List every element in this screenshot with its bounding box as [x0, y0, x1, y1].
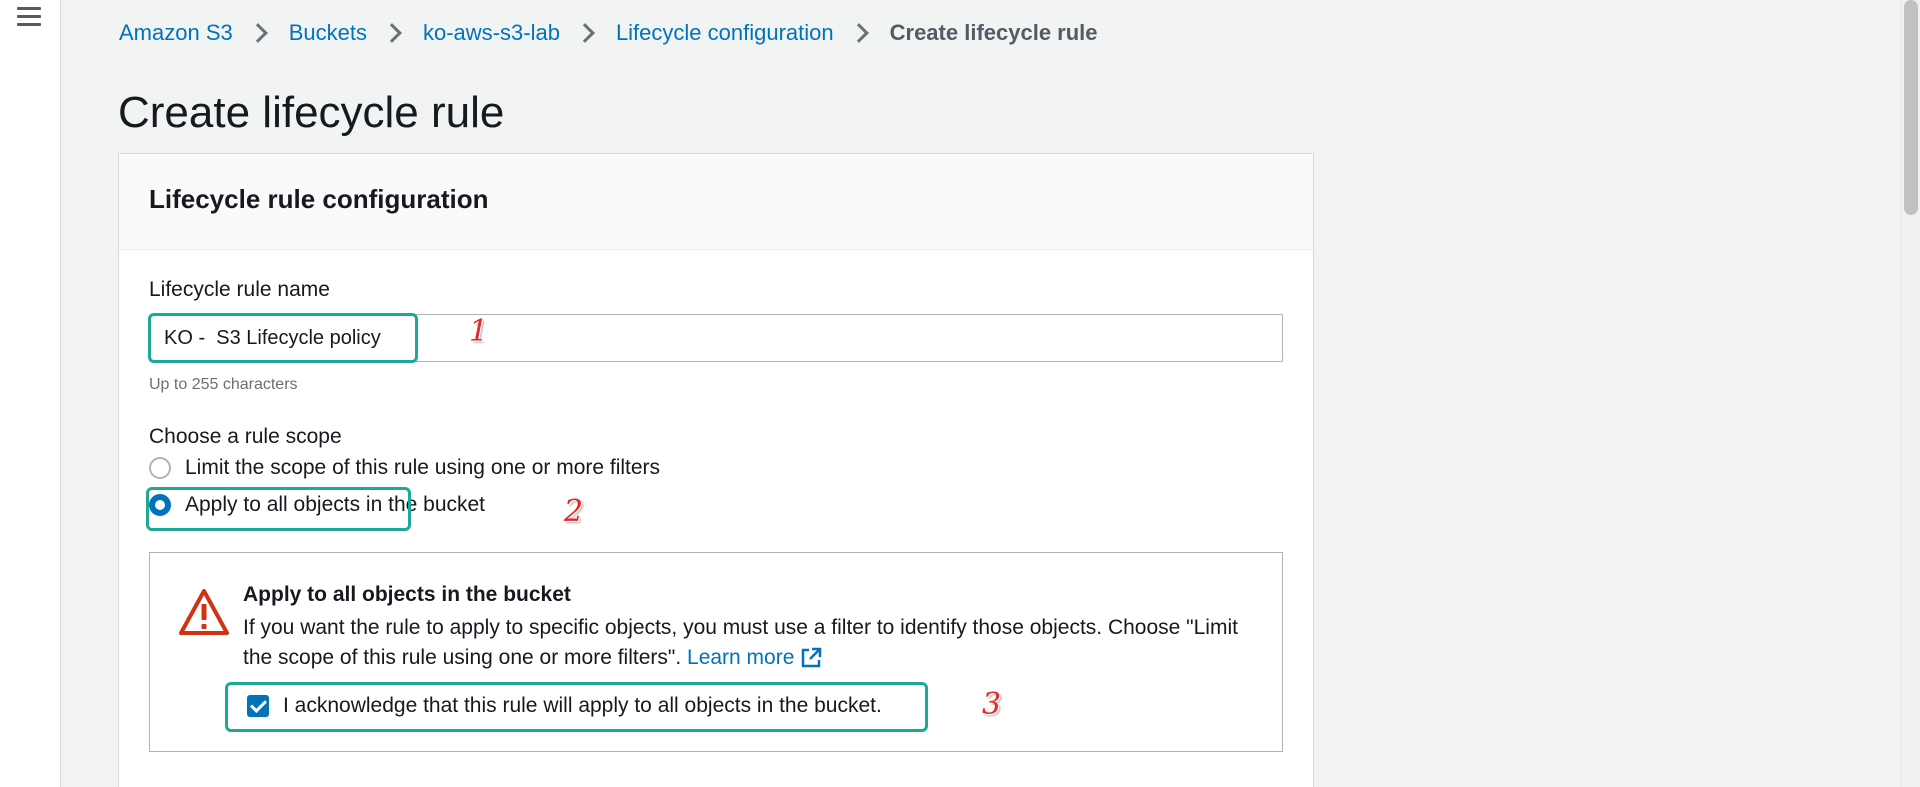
- warning-title: Apply to all objects in the bucket: [243, 583, 571, 606]
- warning-icon: [179, 589, 229, 635]
- panel-title: Lifecycle rule configuration: [149, 184, 489, 214]
- learn-more-label: Learn more: [687, 646, 795, 669]
- external-link-icon: [802, 648, 822, 668]
- learn-more-link[interactable]: Learn more: [687, 646, 822, 669]
- scope-option-filters-label: Limit the scope of this rule using one o…: [185, 456, 661, 479]
- panel-header: Lifecycle rule configuration: [119, 154, 1313, 250]
- annotation-number-3: 3: [982, 687, 1002, 722]
- lifecycle-rule-panel: Lifecycle rule configuration Lifecycle r…: [118, 153, 1314, 787]
- acknowledge-row[interactable]: I acknowledge that this rule will apply …: [247, 694, 882, 718]
- scope-label: Choose a rule scope: [149, 425, 342, 448]
- chevron-right-icon: [247, 23, 268, 43]
- breadcrumb-buckets[interactable]: Buckets: [289, 20, 367, 46]
- chevron-right-icon: [382, 23, 402, 43]
- scope-option-all-objects[interactable]: Apply to all objects in the bucket: [149, 493, 485, 517]
- scope-option-all-objects-label: Apply to all objects in the bucket: [185, 493, 486, 516]
- breadcrumb-current: Create lifecycle rule: [889, 20, 1098, 45]
- rule-name-label: Lifecycle rule name: [149, 278, 330, 301]
- breadcrumb-amazon-s3[interactable]: Amazon S3: [119, 20, 233, 46]
- breadcrumb-lifecycle-configuration[interactable]: Lifecycle configuration: [616, 20, 834, 46]
- page-title: Create lifecycle rule: [118, 88, 505, 137]
- radio-all-objects[interactable]: [149, 494, 171, 516]
- annotation-number-1: 1: [469, 314, 489, 349]
- acknowledge-label: I acknowledge that this rule will apply …: [283, 694, 882, 717]
- side-nav-rail: [0, 0, 61, 787]
- scope-option-filters[interactable]: Limit the scope of this rule using one o…: [149, 456, 660, 480]
- breadcrumb: Amazon S3 Buckets ko-aws-s3-lab Lifecycl…: [119, 20, 1098, 46]
- scrollbar[interactable]: [1900, 0, 1920, 787]
- acknowledge-checkbox[interactable]: [247, 695, 269, 717]
- rule-name-hint: Up to 255 characters: [149, 376, 298, 393]
- warning-text-block: If you want the rule to apply to specifi…: [243, 613, 1263, 673]
- rule-name-input[interactable]: [149, 314, 1283, 362]
- annotation-number-2: 2: [564, 494, 584, 529]
- scrollbar-thumb[interactable]: [1904, 0, 1918, 215]
- breadcrumb-bucket[interactable]: ko-aws-s3-lab: [423, 20, 560, 46]
- warning-alert: Apply to all objects in the bucket If yo…: [149, 552, 1283, 752]
- chevron-right-icon: [575, 23, 595, 43]
- menu-icon[interactable]: [17, 7, 41, 27]
- chevron-right-icon: [848, 23, 869, 43]
- radio-filters[interactable]: [149, 457, 171, 479]
